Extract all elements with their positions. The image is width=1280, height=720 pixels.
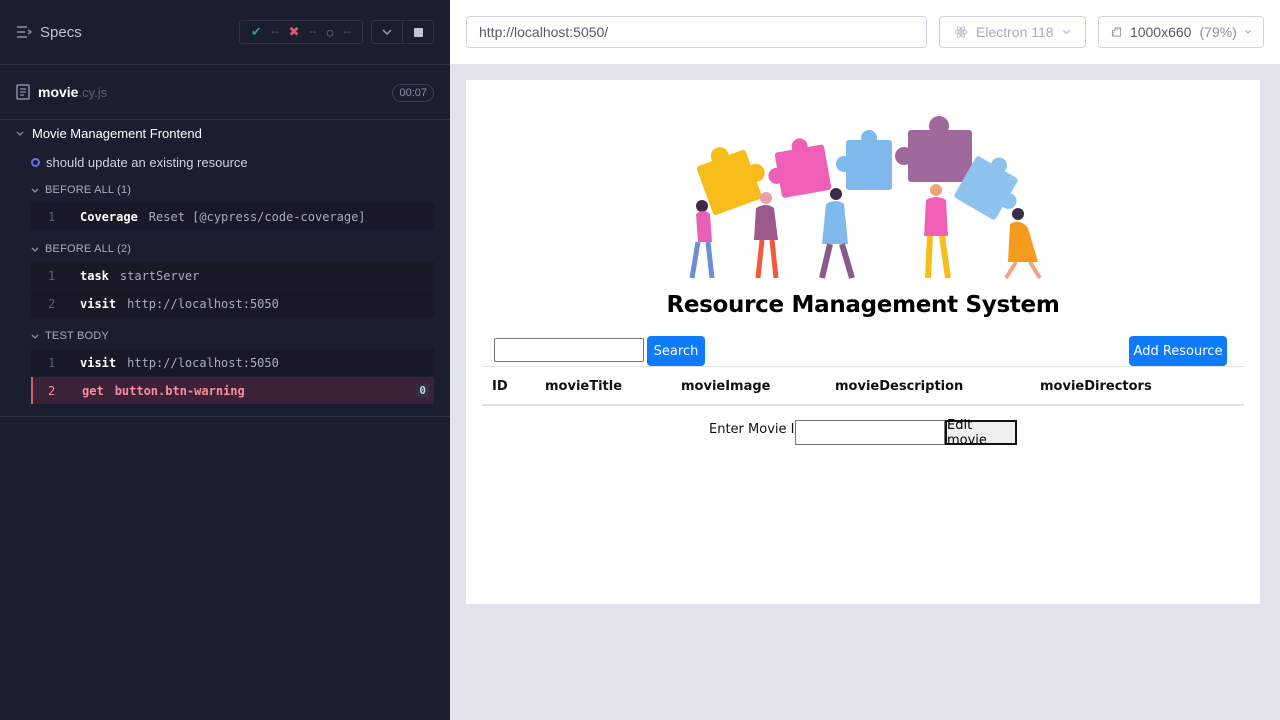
viewport-selector[interactable]: 1000x660 (79%) (1098, 16, 1264, 48)
viewport-zoom: (79%) (1199, 24, 1237, 40)
chevron-down-icon (31, 247, 39, 252)
chevron-down-icon (16, 131, 24, 136)
specs-toggle[interactable]: Specs (16, 24, 82, 41)
test-title[interactable]: should update an existing resource (31, 155, 248, 170)
test-title-text: should update an existing resource (46, 155, 248, 170)
test-stats: ✔ -- ✖ -- ◌ -- (239, 20, 363, 44)
column-header-title: movieTitle (545, 379, 623, 394)
command-message: http://localhost:5050 (127, 296, 279, 311)
suite-title[interactable]: Movie Management Frontend (16, 126, 202, 141)
chevron-down-icon (31, 334, 39, 339)
column-header-id: ID (492, 379, 508, 394)
url-bar[interactable]: http://localhost:5050/ (466, 16, 927, 48)
divider (0, 416, 450, 417)
electron-icon (954, 26, 968, 38)
command-row[interactable]: 1 task startServer (31, 262, 434, 289)
collapse-button[interactable] (372, 21, 402, 43)
aut-toolbar: http://localhost:5050/ Electron 118 1000… (450, 0, 1280, 64)
spec-file-row[interactable]: movie .cy.js 00:07 (0, 65, 450, 120)
command-name: visit (80, 355, 117, 370)
spec-file-name: movie (38, 84, 79, 100)
app-under-test: Resource Management System Search Add Re… (466, 80, 1260, 604)
command-row[interactable]: 2 visit http://localhost:5050 (31, 290, 434, 317)
command-row[interactable]: 1 Coverage Reset [@cypress/code-coverage… (31, 203, 434, 230)
stop-icon (413, 27, 423, 37)
column-header-description: movieDescription (835, 379, 964, 394)
command-name: Coverage (80, 209, 138, 224)
browser-selector[interactable]: Electron 118 (939, 16, 1086, 48)
add-resource-button[interactable]: Add Resource (1129, 336, 1227, 366)
check-icon: ✔ (250, 24, 262, 39)
movie-id-label: Enter Movie ID: (709, 422, 809, 437)
pending-icon: ◌ (326, 24, 334, 40)
edit-movie-button[interactable]: Edit movie (945, 418, 1017, 448)
command-number: 1 (48, 355, 56, 370)
puzzle-team-illustration (689, 116, 1042, 280)
hook-label: BEFORE ALL (1) (45, 184, 132, 196)
spec-duration: 00:07 (392, 84, 434, 102)
search-button[interactable]: Search (647, 336, 705, 366)
suite-title-text: Movie Management Frontend (32, 126, 202, 141)
chevron-down-icon (31, 188, 39, 193)
viewport-size: 1000x660 (1129, 24, 1192, 40)
hook-label: BEFORE ALL (2) (45, 243, 132, 255)
command-number: 2 (48, 383, 56, 398)
x-icon: ✖ (288, 24, 300, 39)
command-number: 2 (48, 296, 56, 311)
column-header-image: movieImage (681, 379, 771, 394)
command-number: 1 (48, 209, 56, 224)
element-count-badge: 0 (416, 383, 429, 398)
chevron-down-icon (382, 29, 392, 35)
movie-id-input[interactable] (795, 420, 945, 445)
command-name: get (82, 383, 104, 398)
hook-test-body[interactable]: TEST BODY (31, 330, 109, 342)
command-message: startServer (119, 268, 200, 283)
command-number: 1 (48, 268, 56, 283)
document-icon (16, 84, 30, 100)
running-icon (31, 158, 40, 167)
hook-before-all-1[interactable]: BEFORE ALL (1) (31, 184, 131, 196)
ruler-icon (1111, 27, 1122, 37)
reporter-header: Specs ✔ -- ✖ -- ◌ -- (0, 0, 450, 65)
page-title: Resource Management System (666, 292, 1060, 318)
run-controls (371, 20, 434, 44)
hook-before-all-2[interactable]: BEFORE ALL (2) (31, 243, 131, 255)
command-message: Reset [@cypress/code-coverage] (148, 209, 366, 224)
pending-count: -- (343, 26, 352, 38)
command-row-active[interactable]: 2 get button.btn-warning 0 (31, 377, 434, 404)
specs-list-icon (17, 26, 32, 38)
specs-label: Specs (40, 23, 82, 41)
failed-count: -- (309, 26, 317, 38)
passed-count: -- (271, 26, 279, 38)
command-name: task (80, 268, 109, 283)
spec-file-ext: .cy.js (78, 84, 108, 100)
command-row[interactable]: 1 visit http://localhost:5050 (31, 349, 434, 376)
browser-name: Electron 118 (976, 24, 1054, 40)
reporter-panel: Specs ✔ -- ✖ -- ◌ -- movie .cy.js 00:07 (0, 0, 450, 720)
hook-label: TEST BODY (45, 330, 109, 342)
column-header-directors: movieDirectors (1040, 379, 1152, 394)
search-input[interactable] (494, 338, 644, 362)
chevron-down-icon (1062, 29, 1071, 35)
command-message: button.btn-warning (114, 383, 245, 398)
command-name: visit (80, 296, 117, 311)
stop-button[interactable] (402, 21, 433, 43)
table-header: ID movieTitle movieImage movieDescriptio… (482, 366, 1244, 406)
chevron-down-icon (1245, 30, 1251, 34)
command-message: http://localhost:5050 (127, 355, 279, 370)
